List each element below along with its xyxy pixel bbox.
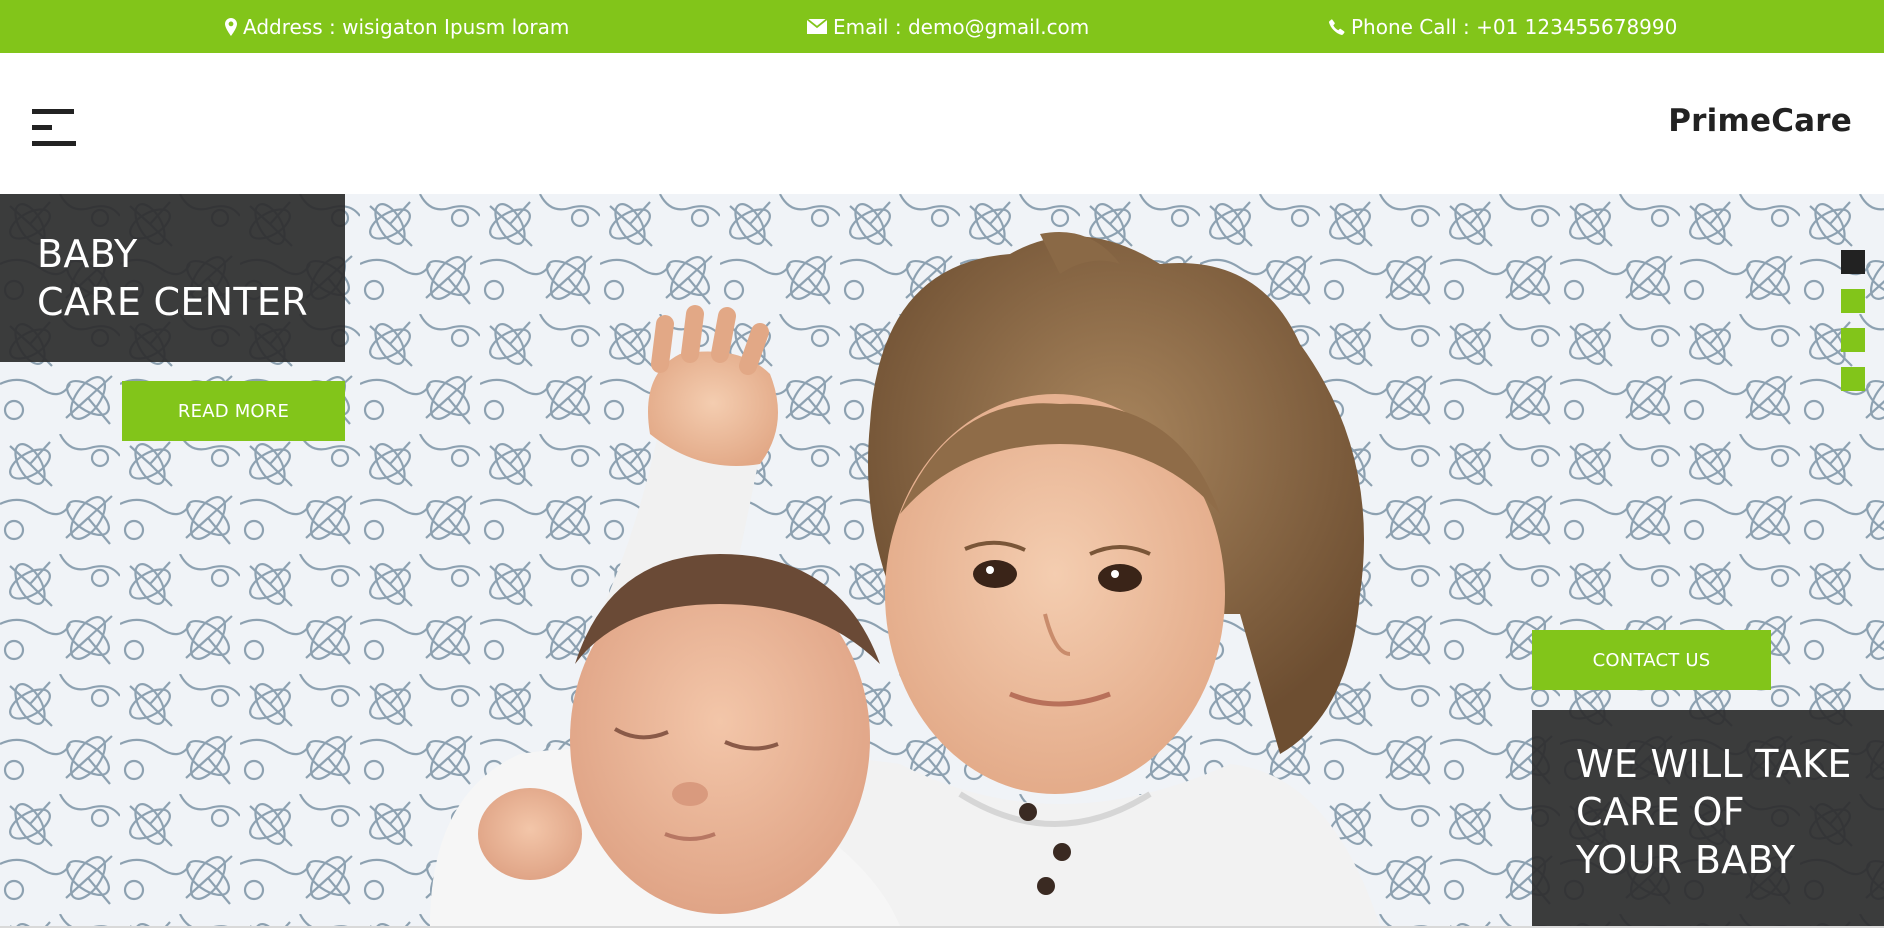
envelope-icon [807,19,827,34]
top-info-bar: Address : wisigaton Ipusm loram Email : … [0,0,1884,53]
email-info[interactable]: Email : demo@gmail.com [807,0,1089,53]
phone-icon [1329,18,1345,35]
hamburger-menu-icon[interactable] [32,109,78,149]
contact-us-button[interactable]: CONTACT US [1532,630,1771,690]
tagline-line2: CARE OF [1576,790,1745,834]
address-info: Address : wisigaton Ipusm loram [225,0,569,53]
email-text: Email : demo@gmail.com [833,14,1090,39]
hero-title-box: BABY CARE CENTER [0,194,345,362]
tagline-line1: WE WILL TAKE [1576,742,1852,786]
slide-indicator-3[interactable] [1841,328,1865,352]
address-text: Address : wisigaton Ipusm loram [243,14,570,39]
hero-slider: BABY CARE CENTER READ MORE CONTACT US WE… [0,194,1884,926]
brand-logo[interactable]: PrimeCare [1668,103,1852,139]
phone-info[interactable]: Phone Call : +01 123455678990 [1329,0,1677,53]
tagline-line3: YOUR BABY [1576,838,1796,882]
slide-indicator-4[interactable] [1841,367,1865,391]
slider-indicators [1841,250,1865,406]
hero-title-line2: CARE CENTER [37,280,308,324]
hero-tagline-box: WE WILL TAKE CARE OF YOUR BABY [1532,710,1884,926]
menu-bar [32,125,52,130]
site-header: PrimeCare [0,53,1884,194]
slide-indicator-1[interactable] [1841,250,1865,274]
menu-bar [32,109,74,114]
read-more-button[interactable]: READ MORE [122,381,345,441]
hero-title-line1: BABY [37,232,138,276]
slide-indicator-2[interactable] [1841,289,1865,313]
menu-bar [32,141,76,146]
map-marker-icon [225,17,237,36]
phone-text: Phone Call : +01 123455678990 [1351,14,1678,39]
